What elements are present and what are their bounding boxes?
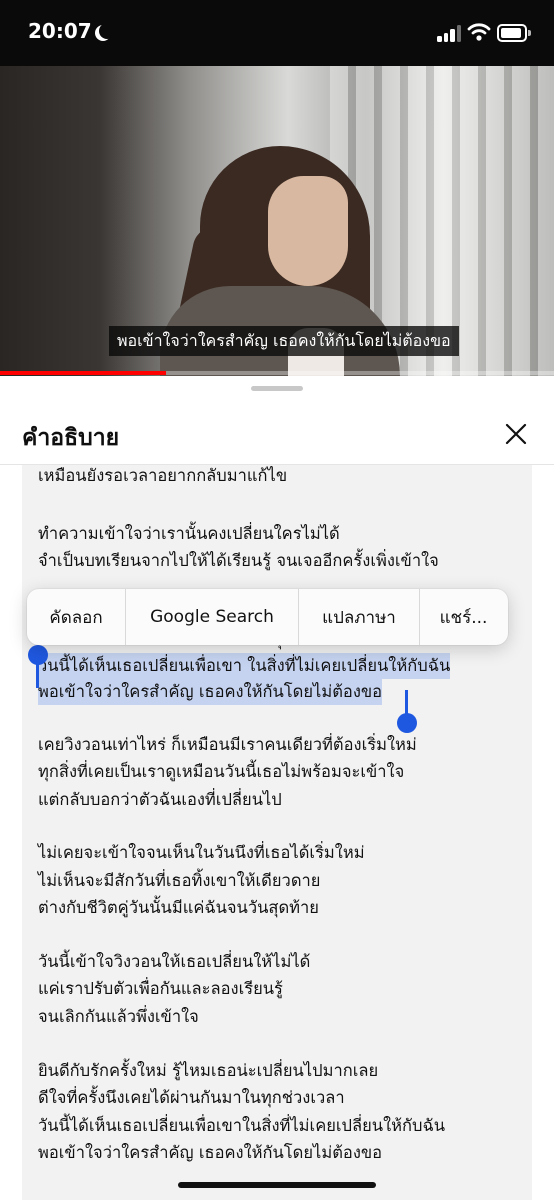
description-line: ดีใจที่ครั้งนึงเคยได้ผ่านกันมาในทุกช่วงเ… [38, 1088, 345, 1107]
description-sheet: คำอธิบาย เหมือนยังรอเวลาอยากกลับมาแก้ไข … [0, 376, 554, 1200]
status-bar: 20:07 [0, 0, 554, 66]
description-line: วันนี้ได้เห็นเธอเปลี่ยนเพื่อเขาในสิ่งที่… [38, 1116, 445, 1135]
video-player[interactable]: พอเข้าใจว่าใครสำคัญ เธอคงให้กันโดยไม่ต้อ… [0, 66, 554, 376]
description-line: ยินดีกับรักครั้งใหม่ รู้ไหมเธอน่ะเปลี่ยน… [38, 1061, 379, 1080]
selected-line: วันนี้ได้เห็นเธอเปลี่ยนเพื่อเขา ในสิ่งที… [38, 653, 451, 679]
sheet-title: คำอธิบาย [22, 425, 120, 451]
translate-menu-item[interactable]: แปลภาษา [299, 589, 419, 645]
close-icon[interactable] [500, 418, 532, 450]
description-line: ต่างกับชีวิตคู่วันนั้นมีแค่ฉันจนวันสุดท้… [38, 898, 319, 917]
video-progress-bar[interactable] [0, 371, 554, 375]
video-progress-fill [0, 371, 167, 375]
cellular-signal-icon [437, 24, 463, 42]
description-line: ทุกสิ่งที่เคยเป็นเราดูเหมือนวันนี้เธอไม่… [38, 762, 405, 781]
description-line: เหมือนยังรอเวลาอยากกลับมาแก้ไข [38, 466, 288, 485]
description-line: วันนี้เข้าใจวิงวอนให้เธอเปลี่ยนให้ไม่ได้ [38, 952, 311, 971]
google-search-menu-item[interactable]: Google Search [126, 589, 298, 645]
sheet-grabber[interactable] [251, 386, 303, 391]
description-line: ทำความเข้าใจว่าเรานั้นคงเปลี่ยนใครไม่ได้ [38, 524, 340, 543]
description-line: จำเป็นบทเรียนจากไปให้ได้เรียนรู้ จนเจออี… [38, 551, 439, 570]
selection-start-bar [36, 660, 39, 688]
description-line: แต่กลับบอกว่าตัวฉันเองที่เปลี่ยนไป [38, 790, 282, 809]
description-line: ไม่เคยจะเข้าใจจนเห็นในวันนึงที่เธอได้เริ… [38, 843, 365, 862]
description-line: พอเข้าใจว่าใครสำคัญ เธอคงให้กันโดยไม่ต้อ… [38, 1143, 383, 1162]
description-line: แค่เราปรับตัวเพื่อกันและลองเรียนรู้ [38, 979, 283, 998]
selection-end-handle[interactable] [397, 713, 417, 733]
video-caption: พอเข้าใจว่าใครสำคัญ เธอคงให้กันโดยไม่ต้อ… [109, 326, 459, 356]
home-indicator[interactable] [178, 1182, 376, 1188]
copy-menu-item[interactable]: คัดลอก [27, 589, 125, 645]
description-line: เคยวิงวอนเท่าไหร่ ก็เหมือนมีเราคนเดียวที… [38, 735, 417, 754]
share-menu-item[interactable]: แชร์... [420, 589, 507, 645]
battery-icon [497, 24, 531, 42]
description-line: ไม่เห็นจะมีสักวันที่เธอทิ้งเขาให้เดียวดา… [38, 871, 321, 890]
description-text[interactable]: เหมือนยังรอเวลาอยากกลับมาแก้ไข ทำความเข้… [22, 465, 532, 1200]
selected-line: พอเข้าใจว่าใครสำคัญ เธอคงให้กันโดยไม่ต้อ… [38, 679, 383, 705]
description-line: จนเลิกกันแล้วพึ่งเข้าใจ [38, 1007, 199, 1026]
moon-icon [99, 23, 115, 39]
status-time: 20:07 [28, 19, 92, 43]
wifi-icon [467, 23, 491, 41]
text-selection-menu: คัดลอก Google Search แปลภาษา แชร์... [27, 589, 508, 645]
